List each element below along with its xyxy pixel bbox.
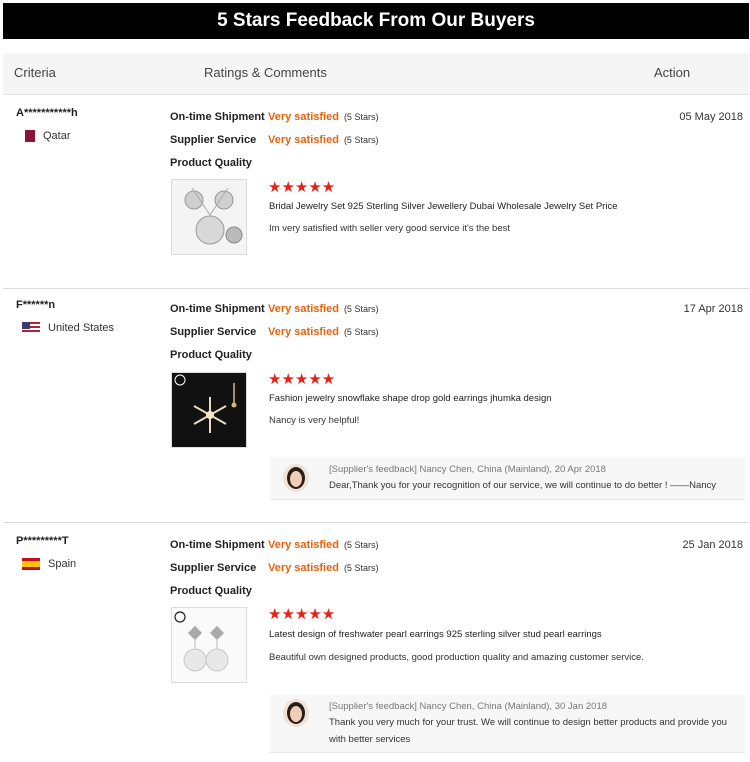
- product-thumbnail[interactable]: [171, 179, 247, 255]
- supplier-avatar: [283, 699, 309, 727]
- product-thumbnail[interactable]: [171, 372, 247, 448]
- product-title-link[interactable]: Latest design of freshwater pearl earrin…: [269, 629, 602, 640]
- criteria-label: On-time Shipment: [170, 539, 265, 551]
- criteria-product-quality: Product Quality: [170, 585, 268, 597]
- product-title-link[interactable]: Fashion jewelry snowflake shape drop gol…: [269, 393, 552, 404]
- country-name: United States: [48, 322, 115, 334]
- buyer-name: P*********T: [16, 535, 69, 547]
- supplier-avatar: [283, 464, 309, 492]
- buyer-name: A***********h: [16, 107, 78, 119]
- criteria-stars: (5 Stars): [343, 563, 379, 573]
- flag-us-icon: [22, 322, 40, 334]
- supplier-feedback-text: Dear,Thank you for your recognition of o…: [329, 480, 717, 491]
- criteria-stars: (5 Stars): [343, 304, 379, 314]
- jewelry-set-image: [184, 187, 243, 245]
- criteria-label: Supplier Service: [170, 326, 257, 338]
- rating-stars-icon: ★★★★★: [268, 371, 336, 388]
- criteria-value: Very satisfied: [268, 303, 339, 315]
- review-row: F******n United States 17 Apr 2018 On-ti…: [3, 288, 749, 522]
- review-date: 17 Apr 2018: [683, 303, 743, 315]
- buyer-country: Qatar: [22, 130, 71, 142]
- supplier-feedback: [Supplier's feedback] Nancy Chen, China …: [270, 457, 745, 500]
- product-title-link[interactable]: Bridal Jewelry Set 925 Sterling Silver J…: [269, 201, 617, 212]
- criteria-on-time-shipment: On-time Shipment Very satisfied (5 Stars…: [170, 539, 378, 551]
- rating-stars-icon: ★★★★★: [268, 179, 336, 196]
- criteria-label: Product Quality: [170, 585, 252, 597]
- review-date: 25 Jan 2018: [682, 539, 743, 551]
- criteria-product-quality: Product Quality: [170, 157, 268, 169]
- buyer-comment: Nancy is very helpful!: [269, 415, 360, 426]
- snowflake-earring-image: [174, 374, 237, 433]
- review-row: A***********h Qatar 05 May 2018 On-time …: [3, 97, 749, 288]
- criteria-on-time-shipment: On-time Shipment Very satisfied (5 Stars…: [170, 111, 378, 123]
- column-header-criteria: Criteria: [14, 65, 56, 80]
- buyer-country: Spain: [22, 558, 76, 570]
- criteria-value: Very satisfied: [268, 111, 339, 123]
- buyer-country: United States: [22, 322, 114, 334]
- rating-stars-icon: ★★★★★: [268, 606, 336, 623]
- product-thumbnail[interactable]: [171, 607, 247, 683]
- country-name: Qatar: [43, 130, 71, 142]
- criteria-on-time-shipment: On-time Shipment Very satisfied (5 Stars…: [170, 303, 378, 315]
- criteria-stars: (5 Stars): [343, 540, 379, 550]
- buyer-comment: Beautiful own designed products, good pr…: [269, 652, 644, 663]
- criteria-value: Very satisfied: [268, 326, 339, 338]
- page-banner: 5 Stars Feedback From Our Buyers: [3, 3, 749, 39]
- criteria-value: Very satisfied: [268, 539, 339, 551]
- avatar-image: [283, 699, 309, 727]
- criteria-value: Very satisfied: [268, 562, 339, 574]
- buyer-name: F******n: [16, 299, 56, 311]
- flag-spain-icon: [22, 558, 40, 570]
- table-header: Criteria Ratings & Comments Action: [3, 53, 749, 95]
- buyer-comment: Im very satisfied with seller very good …: [269, 223, 510, 234]
- supplier-feedback-text: Thank you very much for your trust. We w…: [329, 717, 727, 745]
- flag-qatar-icon: [25, 130, 35, 142]
- review-row: P*********T Spain 25 Jan 2018 On-time Sh…: [3, 522, 749, 762]
- review-date: 05 May 2018: [679, 111, 743, 123]
- avatar-image: [283, 464, 309, 492]
- criteria-label: On-time Shipment: [170, 303, 265, 315]
- criteria-stars: (5 Stars): [343, 135, 379, 145]
- criteria-supplier-service: Supplier Service Very satisfied (5 Stars…: [170, 326, 378, 338]
- criteria-supplier-service: Supplier Service Very satisfied (5 Stars…: [170, 562, 378, 574]
- criteria-value: Very satisfied: [268, 134, 339, 146]
- criteria-label: On-time Shipment: [170, 111, 265, 123]
- criteria-supplier-service: Supplier Service Very satisfied (5 Stars…: [170, 134, 378, 146]
- criteria-label: Supplier Service: [170, 562, 257, 574]
- column-header-action: Action: [654, 65, 691, 80]
- country-name: Spain: [48, 558, 77, 570]
- criteria-label: Product Quality: [170, 349, 252, 361]
- criteria-label: Product Quality: [170, 157, 252, 169]
- pearl-earring-image: [174, 611, 229, 672]
- supplier-feedback-meta: [Supplier's feedback] Nancy Chen, China …: [329, 464, 606, 475]
- criteria-stars: (5 Stars): [343, 112, 379, 122]
- criteria-product-quality: Product Quality: [170, 349, 268, 361]
- criteria-stars: (5 Stars): [343, 327, 379, 337]
- criteria-label: Supplier Service: [170, 134, 257, 146]
- supplier-feedback: [Supplier's feedback] Nancy Chen, China …: [270, 695, 745, 753]
- column-header-ratings: Ratings & Comments: [204, 65, 327, 80]
- supplier-feedback-meta: [Supplier's feedback] Nancy Chen, China …: [329, 701, 608, 712]
